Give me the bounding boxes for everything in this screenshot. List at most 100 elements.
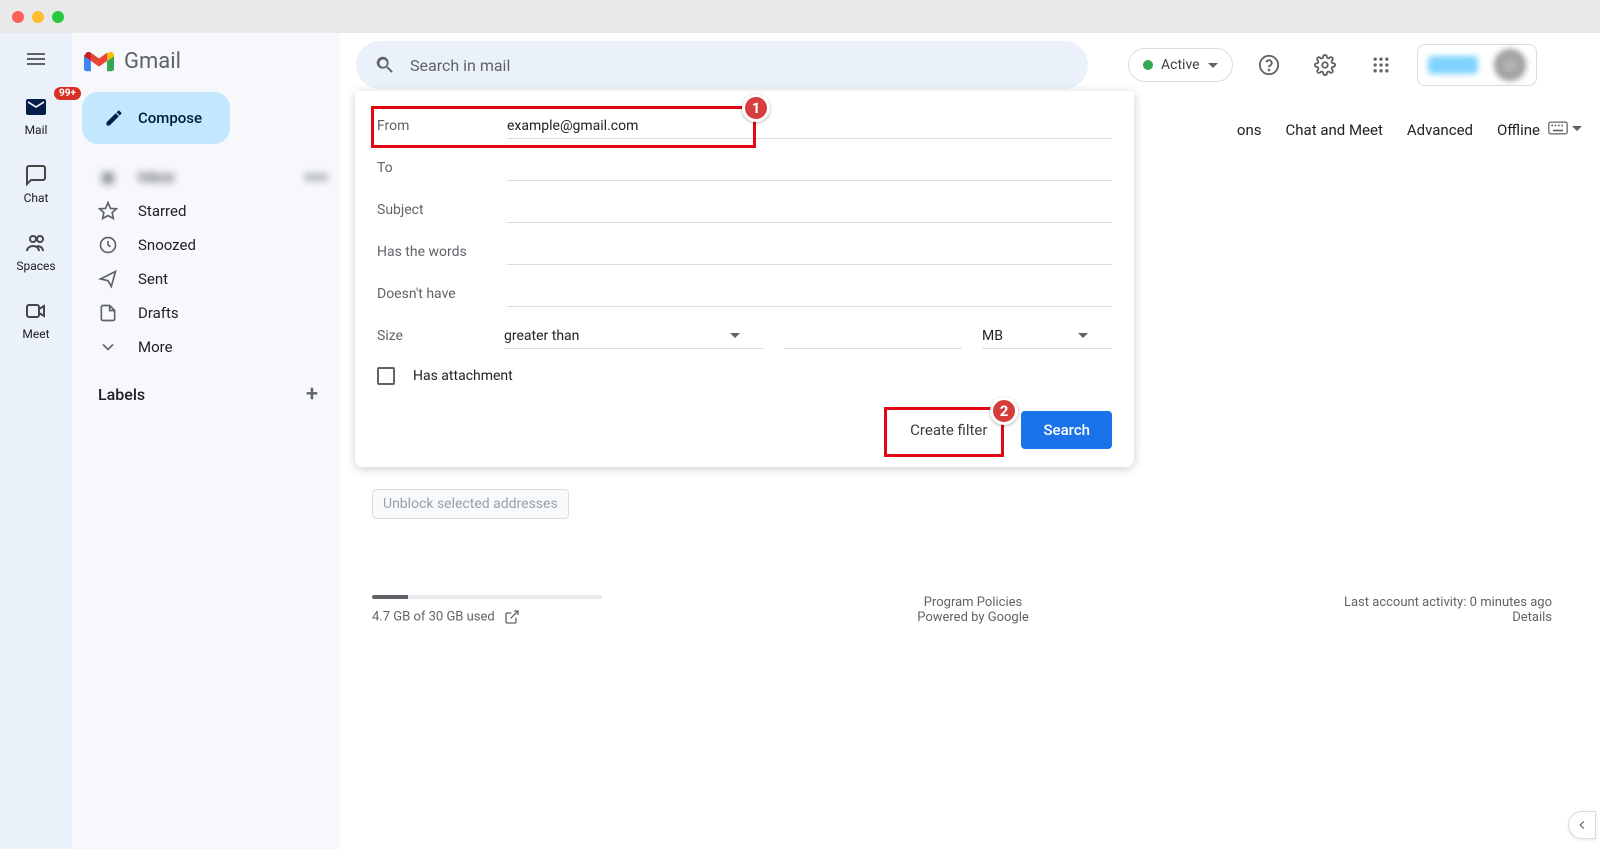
gear-icon: [1314, 54, 1336, 76]
subject-label: Subject: [377, 202, 507, 218]
has-attachment-row[interactable]: Has attachment: [377, 367, 1112, 385]
sidebar-inbox-label: Inbox: [138, 168, 175, 186]
sidebar-item-snoozed[interactable]: Snoozed: [72, 228, 340, 262]
size-op-value: greater than: [504, 328, 579, 344]
rail-chat[interactable]: Chat: [24, 163, 49, 205]
window-titlebar: [0, 0, 1600, 33]
settings-button[interactable]: [1305, 45, 1345, 85]
details-link[interactable]: Details: [1512, 610, 1552, 625]
compose-button[interactable]: Compose: [82, 92, 230, 144]
tab-offline[interactable]: Offline: [1497, 121, 1540, 139]
doesnt-have-input[interactable]: [507, 282, 1112, 307]
search-bar[interactable]: [356, 41, 1088, 89]
sidebar-snoozed-label: Snoozed: [138, 236, 196, 254]
storage-bar: [372, 595, 602, 599]
avatar: [1494, 49, 1526, 81]
sidebar-more-label: More: [138, 338, 173, 356]
sidebar-sent-label: Sent: [138, 270, 168, 288]
mail-unread-badge: 99+: [54, 87, 81, 100]
rail-spaces-label: Spaces: [16, 259, 55, 273]
add-label-button[interactable]: +: [302, 384, 322, 404]
help-button[interactable]: [1249, 45, 1289, 85]
rail-meet[interactable]: Meet: [22, 299, 49, 341]
footer-center: Program Policies Powered by Google: [917, 595, 1029, 625]
app-rail: 99+ Mail Chat Spaces Meet: [0, 33, 72, 849]
sidebar-item-more[interactable]: More: [72, 330, 340, 364]
annotation-badge-2: 2: [990, 397, 1018, 425]
filter-size-row: Size greater than MB: [377, 315, 1112, 357]
from-input[interactable]: [507, 114, 1112, 139]
gmail-logo-icon: [84, 50, 114, 74]
gmail-logo[interactable]: Gmail: [72, 43, 340, 92]
tab-chat-and-meet[interactable]: Chat and Meet: [1286, 121, 1383, 139]
star-icon: [98, 201, 118, 221]
fullscreen-window-dot[interactable]: [52, 11, 64, 23]
account-chip: [1428, 56, 1478, 74]
labels-header: Labels +: [72, 364, 340, 412]
sidebar: Gmail Compose ▣ Inbox ●●● Starred Snooze…: [72, 33, 340, 849]
chevron-down-icon: [1078, 333, 1088, 338]
close-window-dot[interactable]: [12, 11, 24, 23]
status-button[interactable]: Active: [1128, 48, 1233, 82]
search-button[interactable]: Search: [1021, 411, 1112, 449]
storage-info: 4.7 GB of 30 GB used: [372, 595, 602, 625]
tab-advanced[interactable]: Advanced: [1407, 121, 1473, 139]
size-value-input[interactable]: [784, 324, 962, 349]
help-icon: [1258, 54, 1280, 76]
tab-addons[interactable]: ons: [1237, 121, 1262, 139]
sidebar-item-sent[interactable]: Sent: [72, 262, 340, 296]
footer: 4.7 GB of 30 GB used Program Policies Po…: [356, 579, 1584, 625]
compose-label: Compose: [138, 109, 202, 127]
doesnt-have-label: Doesn't have: [377, 286, 507, 302]
size-operator-select[interactable]: greater than: [504, 324, 764, 349]
labels-title: Labels: [98, 385, 145, 404]
settings-tabs: ons Chat and Meet Advanced Offline: [1237, 121, 1540, 139]
main-menu-button[interactable]: [24, 47, 48, 71]
active-dot-icon: [1143, 60, 1153, 70]
subject-input[interactable]: [507, 198, 1112, 223]
mail-icon: [24, 95, 48, 119]
file-icon: [98, 303, 118, 323]
inbox-icon: ▣: [98, 167, 118, 187]
minimize-window-dot[interactable]: [32, 11, 44, 23]
size-unit-value: MB: [982, 328, 1003, 344]
to-input[interactable]: [507, 156, 1112, 181]
to-label: To: [377, 160, 507, 176]
rail-mail[interactable]: 99+ Mail: [24, 95, 48, 137]
search-input[interactable]: [410, 56, 1070, 75]
create-filter-button[interactable]: Create filter: [896, 411, 1001, 449]
filter-subject-row: Subject: [377, 189, 1112, 231]
input-tools-button[interactable]: [1548, 121, 1582, 135]
sidebar-item-drafts[interactable]: Drafts: [72, 296, 340, 330]
size-unit-select[interactable]: MB: [982, 324, 1112, 349]
spaces-icon: [24, 231, 48, 255]
size-label: Size: [377, 328, 484, 344]
chevron-down-icon: [98, 337, 118, 357]
sidebar-item-inbox[interactable]: ▣ Inbox ●●●: [72, 160, 340, 194]
rail-spaces[interactable]: Spaces: [16, 231, 55, 273]
chevron-left-icon: [1575, 818, 1589, 832]
rail-chat-label: Chat: [24, 191, 49, 205]
side-panel-toggle[interactable]: [1568, 811, 1596, 839]
has-attachment-checkbox[interactable]: [377, 367, 395, 385]
last-activity: Last account activity: 0 minutes ago: [1344, 595, 1552, 610]
has-words-input[interactable]: [507, 240, 1112, 265]
account-switcher[interactable]: [1417, 44, 1537, 86]
unblock-addresses-button[interactable]: Unblock selected addresses: [372, 489, 569, 519]
status-label: Active: [1161, 57, 1200, 73]
chevron-down-icon: [1208, 63, 1218, 68]
search-icon: [374, 54, 396, 76]
chevron-down-icon: [730, 333, 740, 338]
keyboard-icon: [1548, 121, 1568, 135]
rail-mail-label: Mail: [25, 123, 48, 137]
chat-icon: [24, 163, 48, 187]
filter-has-words-row: Has the words: [377, 231, 1112, 273]
app-name: Gmail: [124, 49, 181, 74]
pencil-icon: [104, 108, 124, 128]
chevron-down-icon: [1572, 126, 1582, 131]
open-in-new-icon[interactable]: [504, 609, 520, 625]
program-policies-link[interactable]: Program Policies: [924, 595, 1022, 610]
has-attachment-label: Has attachment: [413, 368, 513, 384]
sidebar-item-starred[interactable]: Starred: [72, 194, 340, 228]
apps-button[interactable]: [1361, 45, 1401, 85]
